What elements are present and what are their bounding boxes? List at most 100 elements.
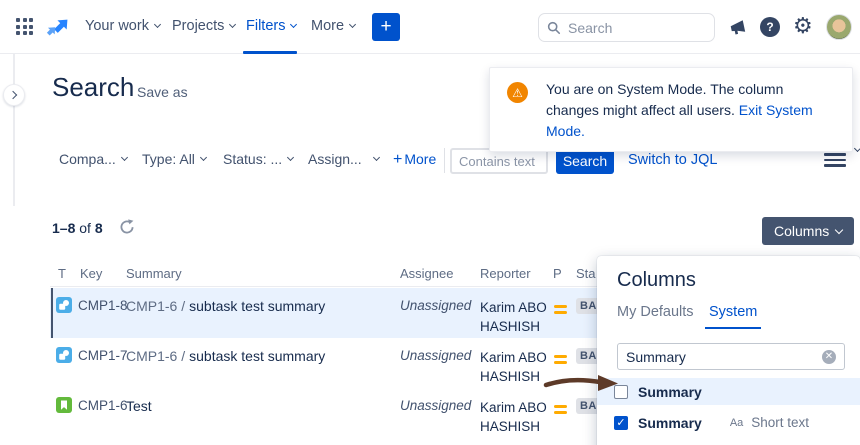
chevron-down-icon	[120, 153, 128, 162]
nav-projects-label: Projects	[172, 18, 225, 34]
chevron-down-icon	[199, 153, 207, 162]
jira-issue-search-screen: Your work Projects Filters More + ? ⚙	[0, 0, 860, 445]
results-count: 1–8 of 8	[52, 220, 103, 236]
announcements-megaphone-icon[interactable]	[727, 17, 747, 37]
create-issue-button[interactable]: +	[372, 13, 400, 41]
expand-sidebar-button[interactable]	[3, 84, 25, 106]
global-search-input[interactable]	[568, 19, 698, 36]
chevron-down-icon	[290, 20, 298, 29]
sidebar-collapsed-edge	[13, 54, 15, 206]
assignee-value: Unassigned	[400, 298, 472, 313]
tab-my-defaults[interactable]: My Defaults	[617, 304, 694, 327]
column-header-key[interactable]: Key	[80, 266, 102, 281]
help-icon[interactable]: ?	[760, 17, 780, 37]
user-avatar[interactable]	[826, 14, 852, 40]
top-navigation-bar: Your work Projects Filters More + ? ⚙	[0, 0, 860, 54]
reporter-value: Karim ABO HASHISH	[480, 400, 547, 434]
filter-dropdown-company[interactable]: Compa...	[59, 151, 128, 167]
filter-assignee-label: Assign...	[308, 151, 362, 167]
system-mode-warning-banner: ⚠ You are on System Mode. The column cha…	[489, 67, 853, 152]
issue-summary[interactable]: CMP1-6 /subtask test summary	[126, 348, 325, 364]
settings-gear-icon[interactable]: ⚙	[793, 14, 813, 39]
list-view-options-icon[interactable]	[824, 144, 860, 170]
chevron-down-icon	[349, 20, 357, 29]
reporter-value: Karim ABO HASHISH	[480, 350, 547, 384]
results-of-label: of	[79, 220, 91, 236]
short-text-field-icon: Aa	[729, 416, 744, 429]
warning-icon: ⚠	[507, 82, 528, 103]
column-option-summary-short-text[interactable]: ✓ Summary Aa Short text	[597, 409, 860, 436]
subtask-type-icon	[56, 297, 72, 313]
app-switcher-icon[interactable]	[16, 18, 33, 35]
nav-your-work[interactable]: Your work	[85, 18, 161, 34]
issue-key-link[interactable]: CMP1-6	[78, 398, 128, 413]
column-header-summary[interactable]: Summary	[126, 266, 182, 281]
results-total: 8	[94, 220, 103, 236]
more-filters-button[interactable]: + More	[393, 151, 436, 169]
summary-text[interactable]: Test	[126, 398, 152, 414]
filter-divider	[444, 148, 445, 173]
column-option-summary[interactable]: Summary	[597, 378, 860, 405]
columns-button[interactable]: Columns	[762, 217, 855, 245]
filter-status-label: Status: ...	[223, 151, 283, 167]
checkbox-checked[interactable]: ✓	[614, 415, 628, 430]
column-header-reporter[interactable]: Reporter	[480, 266, 531, 281]
more-filters-label: More	[404, 151, 437, 167]
nav-more-label: More	[311, 18, 345, 34]
nav-your-work-label: Your work	[85, 18, 149, 34]
subtask-type-icon	[56, 347, 72, 363]
refresh-icon[interactable]	[119, 219, 135, 235]
summary-text[interactable]: subtask test summary	[189, 348, 325, 364]
save-as-button[interactable]: Save as	[137, 84, 188, 100]
chevron-down-icon	[287, 153, 295, 162]
summary-text[interactable]: subtask test summary	[189, 298, 325, 314]
banner-message: You are on System Mode. The column chang…	[546, 79, 840, 142]
filter-dropdown-type[interactable]: Type: All	[142, 151, 207, 167]
columns-button-label: Columns	[774, 223, 830, 239]
page-title: Search	[52, 72, 135, 102]
switch-to-jql-link[interactable]: Switch to JQL	[628, 152, 717, 168]
results-range: 1–8	[52, 220, 76, 236]
clear-search-icon[interactable]: ✕	[822, 349, 836, 364]
chevron-down-icon	[853, 144, 860, 153]
field-type-label: Short text	[751, 415, 810, 430]
search-icon	[547, 21, 561, 34]
column-option-label: Summary	[638, 383, 702, 400]
chevron-down-icon	[229, 20, 237, 29]
issue-summary[interactable]: Test	[126, 398, 152, 414]
priority-medium-icon	[554, 305, 567, 316]
active-nav-indicator	[243, 51, 297, 54]
column-header-assignee[interactable]: Assignee	[400, 266, 453, 281]
chevron-right-icon	[8, 90, 18, 100]
nav-more[interactable]: More	[311, 18, 357, 34]
column-option-label: Summary	[638, 414, 702, 431]
column-search-input[interactable]	[626, 348, 822, 365]
nav-projects[interactable]: Projects	[172, 18, 237, 34]
nav-filters[interactable]: Filters	[246, 18, 298, 34]
assignee-value: Unassigned	[400, 348, 472, 363]
checkbox-unchecked[interactable]	[614, 384, 628, 399]
chevron-down-icon	[835, 225, 844, 234]
parent-issue-key[interactable]: CMP1-6 /	[126, 298, 185, 314]
tab-system[interactable]: System	[705, 304, 762, 329]
global-search-box[interactable]	[538, 13, 715, 42]
filter-company-label: Compa...	[59, 151, 116, 167]
nav-filters-label: Filters	[246, 18, 286, 34]
column-search-box[interactable]: ✕	[617, 343, 845, 370]
issue-key-link[interactable]: CMP1-8	[78, 298, 128, 313]
plus-icon: +	[393, 151, 403, 168]
columns-dropdown-panel: Columns My Defaults System ✕ Summary ✓ S…	[597, 256, 860, 445]
filter-dropdown-status[interactable]: Status: ...	[223, 151, 295, 167]
issue-key-link[interactable]: CMP1-7	[78, 348, 128, 363]
column-header-status[interactable]: Sta	[576, 266, 596, 281]
filter-dropdown-assignee[interactable]: Assign...	[308, 151, 380, 167]
column-header-type[interactable]: T	[58, 266, 66, 281]
story-type-icon	[56, 397, 72, 413]
filter-type-label: Type: All	[142, 151, 195, 167]
reporter-value: Karim ABO HASHISH	[480, 300, 547, 334]
issue-summary[interactable]: CMP1-6 /subtask test summary	[126, 298, 325, 314]
column-header-priority[interactable]: P	[553, 266, 562, 281]
jira-logo-icon[interactable]	[46, 15, 72, 41]
parent-issue-key[interactable]: CMP1-6 /	[126, 348, 185, 364]
chevron-down-icon	[372, 153, 380, 162]
